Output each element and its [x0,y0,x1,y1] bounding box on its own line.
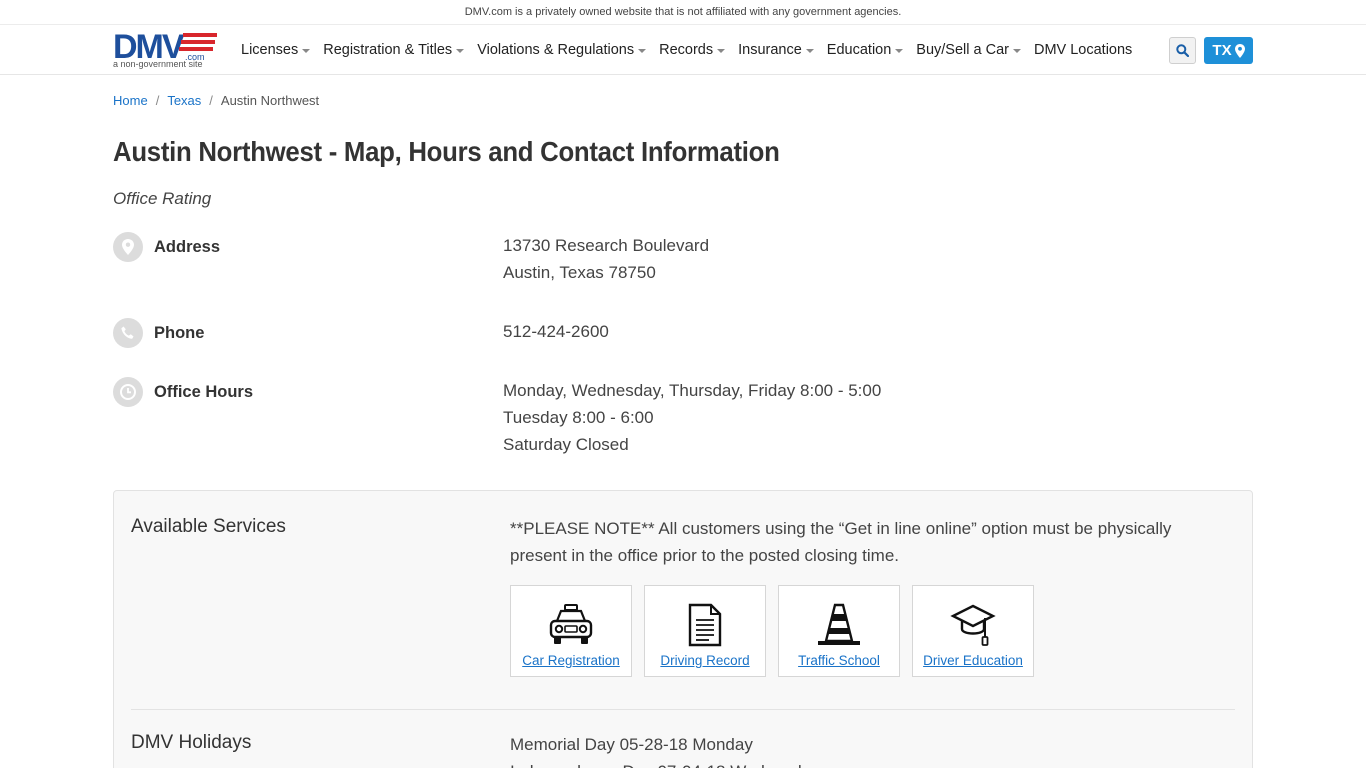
nav-dmv-locations[interactable]: DMV Locations [1034,42,1132,58]
nav-registration-titles[interactable]: Registration & Titles [323,42,465,58]
services-note: **PLEASE NOTE** All customers using the … [510,519,1172,565]
holidays-list: Memorial Day 05-28-18 Monday Independenc… [510,731,820,768]
hours-label: Office Hours [154,383,254,401]
chevron-down-icon [456,49,465,53]
holiday-item: Memorial Day 05-28-18 Monday [510,735,753,754]
hours-line: Saturday Closed [503,435,629,454]
breadcrumb-state[interactable]: Texas [167,93,201,108]
driving-record-link[interactable]: Driving Record [660,653,749,668]
location-icon [113,232,143,262]
service-card-driver-education[interactable]: Driver Education [912,585,1034,677]
chevron-down-icon [638,49,647,53]
breadcrumb-home[interactable]: Home [113,93,148,108]
logo-tagline: a non-government site [113,59,203,69]
car-icon [549,604,593,644]
nav-insurance[interactable]: Insurance [738,42,814,58]
nav-records[interactable]: Records [659,42,726,58]
hours-line: Monday, Wednesday, Thursday, Friday 8:00… [503,381,882,400]
address-line-2: Austin, Texas 78750 [503,263,656,282]
graduation-cap-icon [950,604,996,646]
state-selector-button[interactable]: TX [1204,37,1253,64]
chevron-down-icon [895,49,904,53]
nav-violations-regulations[interactable]: Violations & Regulations [477,42,647,58]
document-icon [688,603,722,647]
hours-line: Tuesday 8:00 - 6:00 [503,408,654,427]
traffic-cone-icon [818,603,860,645]
office-rating-label: Office Rating [113,189,212,208]
chevron-down-icon [1012,49,1021,53]
top-navbar: DMV .com a non-government site Licenses … [0,25,1366,75]
nav-licenses[interactable]: Licenses [241,42,311,58]
services-panel: Available Services **PLEASE NOTE** All c… [113,490,1253,768]
map-pin-icon [1234,43,1245,58]
nav-education[interactable]: Education [827,42,904,58]
breadcrumb-separator: / [209,93,213,108]
breadcrumb-current: Austin Northwest [220,93,320,108]
disclaimer-banner: DMV.com is a privately owned website tha… [0,0,1366,25]
address-label: Address [154,238,221,256]
service-cards: Car Registration Driving Record Traffic … [510,585,1034,677]
address-value: 13730 Research Boulevard Austin, Texas 7… [503,232,709,286]
holiday-item: Independence Day 07-04-18 Wednesday [510,758,820,768]
section-divider [131,709,1235,710]
phone-value[interactable]: 512-424-2600 [503,318,609,345]
main-nav: Licenses Registration & Titles Violation… [241,25,1145,75]
address-line-1: 13730 Research Boulevard [503,236,710,255]
breadcrumb-separator: / [155,93,160,108]
chevron-down-icon [717,49,726,53]
breadcrumb: Home / Texas / Austin Northwest [113,93,319,108]
driver-education-link[interactable]: Driver Education [923,653,1023,668]
hours-value: Monday, Wednesday, Thursday, Friday 8:00… [503,377,881,458]
nav-buy-sell-car[interactable]: Buy/Sell a Car [916,42,1021,58]
service-card-car-registration[interactable]: Car Registration [510,585,632,677]
service-card-traffic-school[interactable]: Traffic School [778,585,900,677]
phone-label: Phone [154,324,205,342]
chevron-down-icon [302,49,311,53]
clock-icon [113,377,143,407]
chevron-down-icon [805,49,814,53]
search-icon [1176,44,1189,57]
holidays-heading: DMV Holidays [131,732,252,753]
phone-row: Phone 512-424-2600 [113,318,1253,348]
service-card-driving-record[interactable]: Driving Record [644,585,766,677]
page-title: Austin Northwest - Map, Hours and Contac… [113,136,780,167]
hours-row: Office Hours Monday, Wednesday, Thursday… [113,377,1253,467]
traffic-school-link[interactable]: Traffic School [798,653,880,668]
address-row: Address 13730 Research Boulevard Austin,… [113,232,1253,292]
phone-icon [113,318,143,348]
search-button[interactable] [1169,37,1196,64]
car-registration-link[interactable]: Car Registration [522,653,620,668]
services-heading: Available Services [131,516,286,537]
